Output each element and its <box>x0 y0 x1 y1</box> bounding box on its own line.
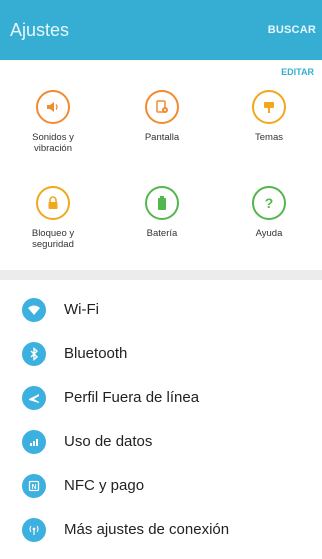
quick-item-battery[interactable]: Batería <box>117 186 207 239</box>
wifi-icon <box>22 298 46 322</box>
brush-icon <box>252 90 286 124</box>
list-item-data-usage[interactable]: Uso de datos <box>0 420 322 464</box>
bluetooth-icon <box>22 342 46 366</box>
svg-text:?: ? <box>265 195 274 211</box>
speaker-icon <box>36 90 70 124</box>
settings-list: Wi-Fi Bluetooth Perfil Fuera de línea Us… <box>0 280 322 559</box>
list-item-airplane-mode[interactable]: Perfil Fuera de línea <box>0 376 322 420</box>
settings-screen: Ajustes BUSCAR EDITAR Sonidos y vibració… <box>0 0 322 559</box>
help-icon: ? <box>252 186 286 220</box>
quick-item-display[interactable]: Pantalla <box>117 90 207 143</box>
edit-button[interactable]: EDITAR <box>281 67 314 77</box>
page-title: Ajustes <box>10 20 70 40</box>
nfc-icon: N <box>22 474 46 498</box>
list-item-label: NFC y pago <box>64 477 145 494</box>
data-usage-icon <box>22 430 46 454</box>
search-button[interactable]: BUSCAR <box>268 24 316 36</box>
svg-text:N: N <box>31 484 36 491</box>
quick-item-label: Batería <box>146 228 178 239</box>
quick-item-label: Bloqueo y seguridad <box>31 228 75 250</box>
quick-item-label: Temas <box>255 132 283 143</box>
display-icon <box>145 90 179 124</box>
quick-item-label: Pantalla <box>144 132 180 143</box>
quick-item-label: Ayuda <box>255 228 283 239</box>
quick-item-lock-security[interactable]: Bloqueo y seguridad <box>8 186 98 250</box>
quick-item-themes[interactable]: Temas <box>224 90 314 143</box>
list-item-label: Más ajustes de conexión <box>64 521 230 538</box>
list-item-wifi[interactable]: Wi-Fi <box>0 288 322 332</box>
list-item-more-connection-settings[interactable]: Más ajustes de conexión <box>0 508 322 552</box>
quick-item-sounds[interactable]: Sonidos y vibración <box>8 90 98 154</box>
list-item-label: Bluetooth <box>64 345 128 362</box>
list-item-label: Uso de datos <box>64 433 153 450</box>
lock-icon <box>36 186 70 220</box>
battery-icon <box>145 186 179 220</box>
list-item-label: Wi-Fi <box>64 301 99 318</box>
quick-settings-panel: EDITAR Sonidos y vibración Pantalla Tema… <box>0 60 322 270</box>
airplane-icon <box>22 386 46 410</box>
app-bar: Ajustes BUSCAR <box>0 0 322 60</box>
more-connection-icon <box>22 518 46 542</box>
list-item-nfc-payment[interactable]: N NFC y pago <box>0 464 322 508</box>
quick-item-label: Sonidos y vibración <box>32 132 74 154</box>
quick-item-help[interactable]: ? Ayuda <box>224 186 314 239</box>
section-divider <box>0 270 322 280</box>
list-item-bluetooth[interactable]: Bluetooth <box>0 332 322 376</box>
list-item-label: Perfil Fuera de línea <box>64 389 200 406</box>
